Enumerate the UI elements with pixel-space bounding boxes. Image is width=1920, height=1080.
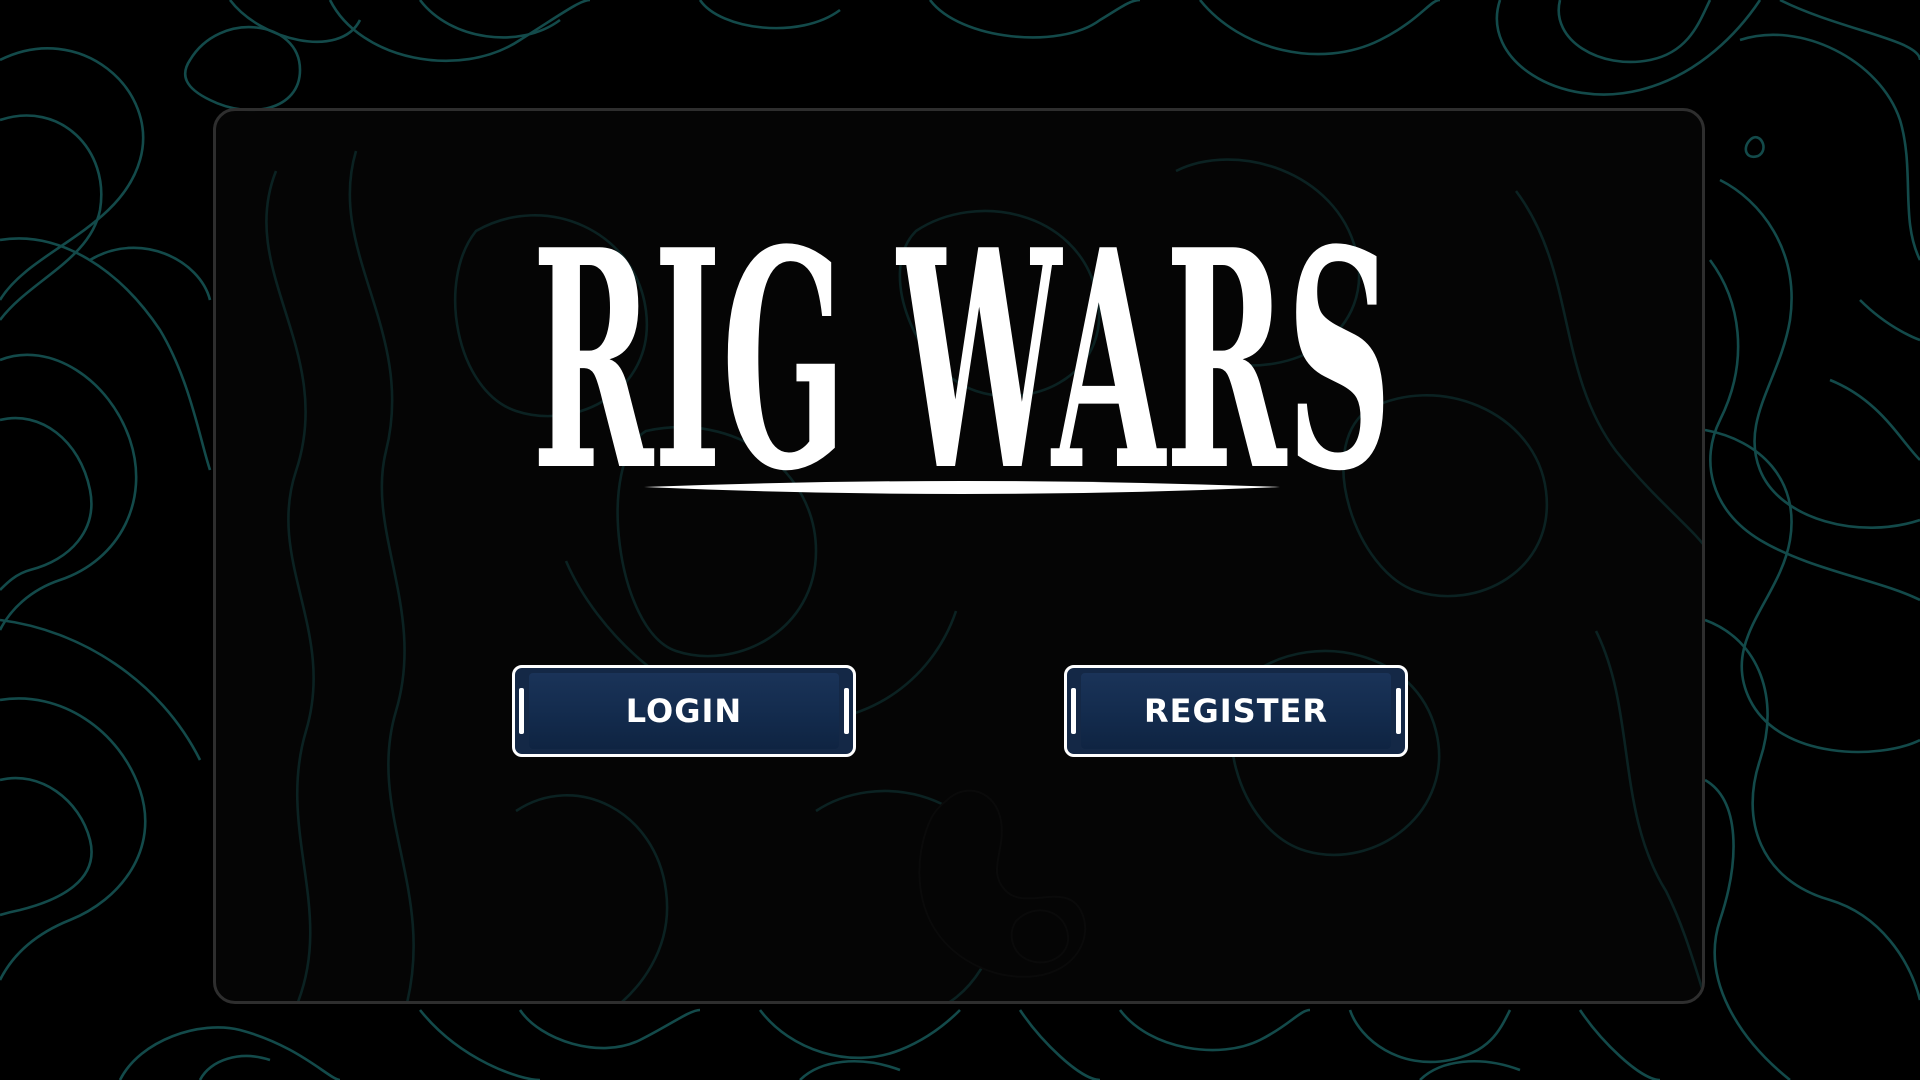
register-button[interactable]: REGISTER bbox=[1064, 665, 1408, 757]
logo-graphic: RIG WARS bbox=[532, 211, 1392, 501]
main-menu-screen: RIG WARS LOGIN REGISTER bbox=[0, 0, 1920, 1080]
register-button-label: REGISTER bbox=[1143, 692, 1329, 730]
login-button-label: LOGIN bbox=[625, 692, 743, 730]
mascot-silhouette-icon bbox=[918, 789, 1087, 978]
login-button[interactable]: LOGIN bbox=[512, 665, 856, 757]
main-menu-panel: RIG WARS LOGIN REGISTER bbox=[213, 108, 1705, 1004]
game-logo: RIG WARS bbox=[509, 211, 1415, 501]
logo-title: RIG WARS bbox=[532, 211, 1392, 501]
